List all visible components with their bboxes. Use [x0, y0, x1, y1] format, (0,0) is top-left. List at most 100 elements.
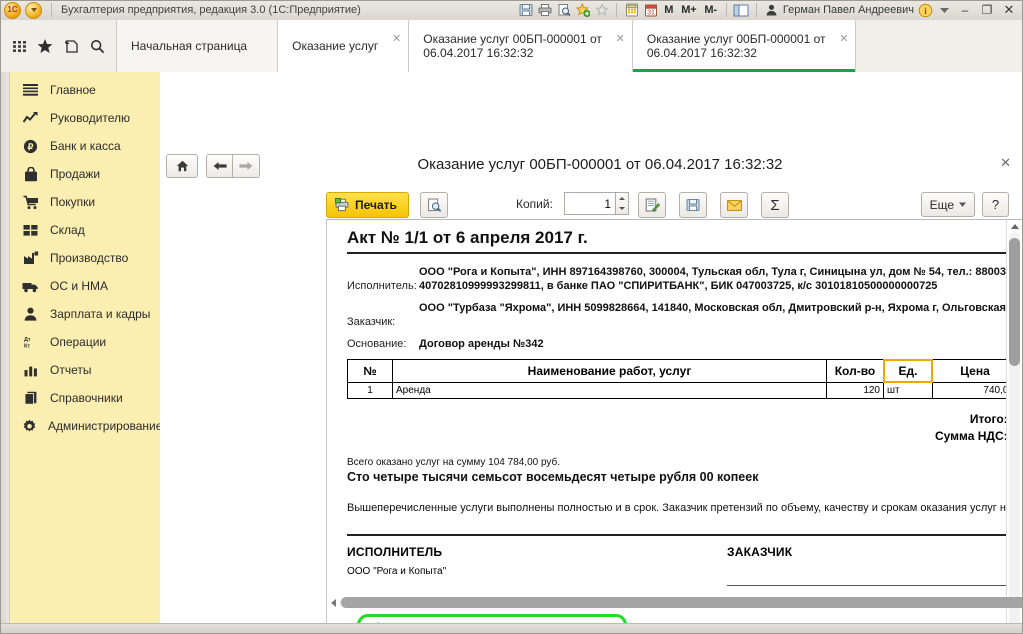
table-row[interactable]: 1 Аренда 120 шт 740,00 88 800,00: [347, 382, 1023, 399]
basis-row: Основание: Договор аренды №342: [347, 337, 1023, 351]
cell-name[interactable]: Аренда: [392, 382, 827, 399]
back-button[interactable]: [206, 154, 233, 178]
close-icon[interactable]: ✕: [392, 32, 401, 46]
print-preview-button[interactable]: [420, 192, 448, 218]
sum-line: Всего оказано услуг на сумму 104 784,00 …: [347, 457, 561, 468]
copies-stepper[interactable]: [616, 192, 629, 215]
vat-row: Сумма НДС: 15 984,00: [347, 428, 1023, 445]
cell-qty[interactable]: 120: [826, 382, 884, 399]
search-icon[interactable]: [84, 20, 110, 72]
calculator-icon[interactable]: [622, 2, 641, 19]
memory-m-plus-button[interactable]: M+: [677, 4, 700, 16]
sidebar-item-label: Банк и касса: [50, 139, 121, 153]
apps-grid-icon[interactable]: [6, 20, 32, 72]
scroll-up-arrow[interactable]: [1007, 220, 1022, 232]
stepper-down[interactable]: [616, 204, 628, 215]
form-title: Акт № 1/1 от 6 апреля 2017 г.: [347, 228, 588, 247]
performer-heading: ИСПОЛНИТЕЛЬ: [347, 545, 443, 559]
gear-icon: [22, 418, 37, 435]
document-close-icon[interactable]: ✕: [1000, 155, 1011, 171]
help-button[interactable]: ?: [982, 192, 1009, 217]
header-num[interactable]: №: [347, 359, 393, 383]
user-name[interactable]: Герман Павел Андреевич: [781, 4, 916, 16]
copies-label: Копий:: [516, 197, 553, 211]
forward-button[interactable]: [232, 154, 260, 178]
maximize-button[interactable]: ❐: [976, 2, 998, 19]
panel-layout-icon[interactable]: [732, 2, 751, 19]
close-icon[interactable]: ✕: [839, 32, 848, 46]
sidebar-item-director[interactable]: Руководителю: [9, 104, 160, 132]
edit-document-button[interactable]: [638, 192, 666, 218]
chevron-down-icon[interactable]: [935, 2, 954, 19]
print-button[interactable]: Печать: [326, 192, 409, 218]
tab-services-1[interactable]: Оказание услуг ✕: [278, 20, 410, 72]
cell-price[interactable]: 740,00: [932, 382, 1018, 399]
sidebar-item-reports[interactable]: Отчеты: [9, 356, 160, 384]
minimize-button[interactable]: –: [954, 2, 976, 19]
divider: [725, 3, 727, 17]
save-icon[interactable]: [516, 2, 535, 19]
sidebar-item-production[interactable]: Производство: [9, 244, 160, 272]
sidebar-item-catalogs[interactable]: Справочники: [9, 384, 160, 412]
save-button[interactable]: [679, 192, 707, 218]
header-name[interactable]: Наименование работ, услуг: [392, 359, 827, 383]
sidebar-item-label: Покупки: [50, 195, 96, 209]
divider: [755, 3, 757, 17]
truck-icon: [22, 278, 39, 295]
calendar-icon[interactable]: 31: [641, 2, 660, 19]
lines-icon: [22, 82, 39, 99]
sidebar-item-main[interactable]: Главное: [9, 76, 160, 104]
sidebar-item-purchases[interactable]: Покупки: [9, 188, 160, 216]
sidebar-item-payroll[interactable]: Зарплата и кадры: [9, 300, 160, 328]
print-preview-icon[interactable]: [554, 2, 573, 19]
mail-button[interactable]: [720, 192, 748, 218]
tab-label: Оказание услуг 00БП-000001 от: [423, 32, 602, 46]
tab-services-2[interactable]: Оказание услуг 00БП-000001 от 06.04.2017…: [409, 20, 633, 72]
close-icon[interactable]: ✕: [616, 32, 625, 46]
home-button[interactable]: [166, 154, 198, 178]
stepper-up[interactable]: [616, 193, 628, 204]
favorites-star-icon[interactable]: [32, 20, 58, 72]
vat-label: Сумма НДС:: [934, 429, 1008, 443]
copies-input[interactable]: 1: [564, 192, 616, 215]
history-icon[interactable]: [58, 20, 84, 72]
favorites-icon[interactable]: [592, 2, 611, 19]
vertical-scroll-thumb[interactable]: [1009, 238, 1020, 366]
cell-unit[interactable]: шт: [883, 382, 933, 399]
header-unit[interactable]: Ед.: [883, 359, 934, 384]
performer-row: Исполнитель: ООО "Рога и Копыта", ИНН 89…: [347, 265, 1023, 293]
main-menu-button[interactable]: [25, 1, 42, 19]
tab-home[interactable]: Начальная страница: [117, 20, 279, 72]
factory-icon: [22, 250, 39, 267]
more-button-label: Еще: [929, 197, 954, 212]
print-icon[interactable]: [535, 2, 554, 19]
sidebar-list: Главное Руководителю ₽ Банк и касса Прод…: [9, 76, 162, 440]
sidebar-item-operations[interactable]: Дт Кт Операции: [9, 328, 160, 356]
vertical-scrollbar[interactable]: [1006, 220, 1022, 634]
print-form-sheet[interactable]: Акт № 1/1 от 6 апреля 2017 г. Исполнител…: [326, 219, 1023, 634]
cell-num[interactable]: 1: [347, 382, 393, 399]
info-icon[interactable]: i: [916, 2, 935, 19]
add-favorite-icon[interactable]: [573, 2, 592, 19]
memory-m-minus-button[interactable]: M-: [700, 4, 720, 16]
sidebar-item-bank[interactable]: ₽ Банк и касса: [9, 132, 160, 160]
items-table[interactable]: № Наименование работ, услуг Кол-во Ед. Ц…: [347, 359, 1023, 399]
basis-label: Основание:: [347, 338, 407, 350]
memory-m-button[interactable]: M: [660, 4, 677, 16]
horizontal-scrollbar[interactable]: [327, 595, 1023, 610]
cart-icon: [22, 194, 39, 211]
scroll-left-arrow[interactable]: [327, 595, 339, 610]
sidebar-item-warehouse[interactable]: Склад: [9, 216, 160, 244]
tab-bar: Начальная страница Оказание услуг ✕ Оказ…: [0, 20, 1023, 73]
header-qty[interactable]: Кол-во: [826, 359, 884, 383]
divider: [616, 3, 618, 17]
tab-services-3[interactable]: Оказание услуг 00БП-000001 от 06.04.2017…: [632, 20, 857, 72]
sidebar-item-sales[interactable]: Продажи: [9, 160, 160, 188]
sidebar-item-administration[interactable]: Администрирование: [9, 412, 162, 440]
close-button[interactable]: ✕: [998, 2, 1020, 19]
sidebar-item-fixed-assets[interactable]: ОС и НМА: [9, 272, 160, 300]
header-price[interactable]: Цена: [932, 359, 1018, 383]
more-button[interactable]: Еще: [920, 192, 975, 217]
horizontal-scroll-thumb[interactable]: [341, 597, 1023, 608]
sum-button[interactable]: Σ: [761, 192, 789, 218]
